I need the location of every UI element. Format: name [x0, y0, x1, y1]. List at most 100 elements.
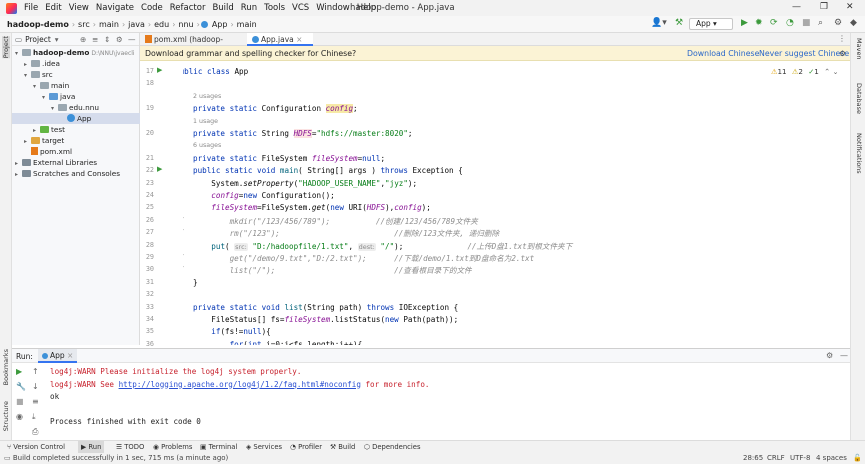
- indent-setting[interactable]: 4 spaces: [816, 453, 847, 464]
- restore-icon[interactable]: ❐: [820, 2, 828, 12]
- menu-file[interactable]: File: [24, 3, 38, 13]
- tree-item--idea[interactable]: ▸ .idea: [12, 58, 140, 69]
- tree-item-scratches-and-consoles[interactable]: ▸ Scratches and Consoles: [12, 168, 140, 179]
- gutter-run-icon[interactable]: ▶: [157, 165, 162, 173]
- breadcrumb-nnu[interactable]: nnu: [176, 20, 195, 29]
- menu-edit[interactable]: Edit: [45, 3, 61, 13]
- lock-icon[interactable]: 🔓: [853, 453, 862, 464]
- inspection-widget[interactable]: ⚠11 ⚠2 ✓1 ⌃ ⌄: [771, 67, 839, 76]
- chevron-down-icon[interactable]: ▾: [24, 70, 31, 80]
- tree-item-main[interactable]: ▾ main: [12, 80, 140, 91]
- menu-navigate[interactable]: Navigate: [96, 3, 134, 13]
- cursor-position[interactable]: 28:65: [743, 453, 763, 464]
- usages-hint[interactable]: 6 usages: [193, 142, 221, 149]
- print-icon[interactable]: ⎙: [32, 427, 38, 437]
- chevron-down-icon[interactable]: ⌄: [832, 67, 838, 76]
- breadcrumb-main[interactable]: main: [97, 20, 121, 29]
- collapse-all-icon[interactable]: ≡: [92, 35, 98, 44]
- chevron-down-icon[interactable]: ▾: [51, 103, 58, 113]
- database-tool-tab[interactable]: Database: [855, 83, 863, 114]
- menu-window[interactable]: Window: [316, 3, 350, 13]
- tree-item-external-libraries[interactable]: ▸ External Libraries: [12, 157, 140, 168]
- tree-item-src[interactable]: ▾ src: [12, 69, 140, 80]
- rerun-icon[interactable]: ▶: [16, 367, 22, 376]
- breadcrumb-java[interactable]: java: [126, 20, 147, 29]
- maven-tool-tab[interactable]: Maven: [855, 38, 863, 60]
- tree-item-edu-nnu[interactable]: ▾ edu.nnu: [12, 102, 140, 113]
- search-everywhere-icon[interactable]: ⌕: [818, 18, 823, 28]
- camera-icon[interactable]: ◉: [16, 412, 23, 421]
- hide-run-panel-icon[interactable]: —: [840, 351, 848, 360]
- menu-vcs[interactable]: VCS: [292, 3, 309, 13]
- line-separator[interactable]: CRLF: [767, 453, 785, 464]
- download-chinese-link[interactable]: Download Chinese: [687, 46, 759, 61]
- tree-item-pom-xml[interactable]: pom.xml: [12, 146, 140, 157]
- menu-refactor[interactable]: Refactor: [170, 3, 206, 13]
- debug-icon[interactable]: ✹: [755, 18, 763, 28]
- structure-tool-tab[interactable]: Structure: [2, 401, 10, 431]
- breadcrumb-project[interactable]: hadoop-demo: [5, 20, 71, 29]
- ide-logo-icon[interactable]: ◆: [850, 18, 857, 28]
- bookmarks-tool-tab[interactable]: Bookmarks: [2, 349, 10, 385]
- project-panel-title[interactable]: Project: [25, 35, 51, 44]
- soft-wrap-icon[interactable]: ≡: [32, 397, 39, 406]
- chevron-right-icon[interactable]: ▸: [24, 59, 31, 69]
- run-configuration-select[interactable]: App ▾: [689, 18, 733, 30]
- chevron-down-icon[interactable]: ▾: [15, 48, 22, 58]
- file-encoding[interactable]: UTF-8: [790, 453, 810, 464]
- project-tool-tab[interactable]: Project: [2, 36, 10, 59]
- breadcrumb-src[interactable]: src: [76, 20, 92, 29]
- coverage-icon[interactable]: ⟳: [770, 18, 778, 28]
- chevron-down-icon[interactable]: ▾: [42, 92, 49, 102]
- close-icon[interactable]: ✕: [846, 2, 854, 12]
- breadcrumb-method-main[interactable]: main: [235, 20, 259, 29]
- profile-icon[interactable]: ◔: [786, 18, 794, 28]
- menu-code[interactable]: Code: [141, 3, 163, 13]
- tree-item-app[interactable]: App: [12, 113, 140, 124]
- banner-gear-icon[interactable]: ⚙: [839, 46, 846, 61]
- menu-tools[interactable]: Tools: [264, 3, 285, 13]
- menu-view[interactable]: View: [69, 3, 89, 13]
- user-icon[interactable]: 👤▾: [651, 18, 667, 28]
- chevron-down-icon[interactable]: ▾: [33, 81, 40, 91]
- run-icon[interactable]: ▶: [741, 18, 748, 28]
- tab-app-java[interactable]: App.java ×: [247, 33, 313, 46]
- status-message[interactable]: ▭ Build completed successfully in 1 sec,…: [4, 453, 228, 464]
- scroll-down-icon[interactable]: ↓: [32, 382, 39, 391]
- stop-run-icon[interactable]: ■: [16, 397, 24, 406]
- scroll-up-icon[interactable]: ↑: [32, 367, 39, 376]
- chevron-up-icon[interactable]: ⌃: [824, 67, 830, 76]
- stop-icon[interactable]: ■: [802, 18, 811, 28]
- tab-actions-icon[interactable]: ⋮: [838, 34, 846, 43]
- scroll-to-end-icon[interactable]: ⤓: [32, 412, 36, 422]
- wrench-icon[interactable]: 🔧: [16, 382, 26, 391]
- never-suggest-chinese-link[interactable]: Never suggest Chinese: [759, 46, 849, 61]
- menu-build[interactable]: Build: [212, 3, 233, 13]
- notifications-tool-tab[interactable]: Notifications: [855, 133, 863, 174]
- tree-item-java[interactable]: ▾ java: [12, 91, 140, 102]
- build-hammer-icon[interactable]: ⚒: [675, 18, 683, 28]
- usages-hint[interactable]: 1 usage: [193, 118, 218, 125]
- gear-icon[interactable]: ⚙: [116, 35, 123, 44]
- chevron-right-icon[interactable]: ▸: [15, 169, 22, 179]
- dropdown-chevron-icon[interactable]: ▾: [55, 35, 59, 44]
- gutter-run-icon[interactable]: ▶: [157, 66, 162, 74]
- locate-icon[interactable]: ⊕: [80, 35, 86, 44]
- run-tab-app[interactable]: App ×: [38, 349, 78, 363]
- expand-all-icon[interactable]: ⇕: [104, 35, 110, 44]
- tree-item-target[interactable]: ▸ target: [12, 135, 140, 146]
- minimize-icon[interactable]: —: [792, 2, 801, 12]
- menu-run[interactable]: Run: [241, 3, 257, 13]
- tab-pom-xml[interactable]: pom.xml (hadoop-demo) ×: [140, 33, 246, 57]
- tree-item-hadoop-demo[interactable]: ▾ hadoop-demo D:\NNU\jvaecli: [12, 47, 140, 58]
- breadcrumb-app[interactable]: App: [210, 20, 230, 29]
- tree-item-test[interactable]: ▸ test: [12, 124, 140, 135]
- chevron-right-icon[interactable]: ▸: [33, 125, 40, 135]
- code-editor[interactable]: public class App{2 usagesprivate static …: [183, 61, 850, 345]
- tab-close-icon[interactable]: ×: [296, 35, 302, 44]
- chevron-right-icon[interactable]: ▸: [24, 136, 31, 146]
- hide-panel-icon[interactable]: —: [128, 35, 136, 44]
- chevron-right-icon[interactable]: ▸: [15, 158, 22, 168]
- usages-hint[interactable]: 2 usages: [193, 93, 221, 100]
- run-settings-icon[interactable]: ⚙: [826, 351, 833, 360]
